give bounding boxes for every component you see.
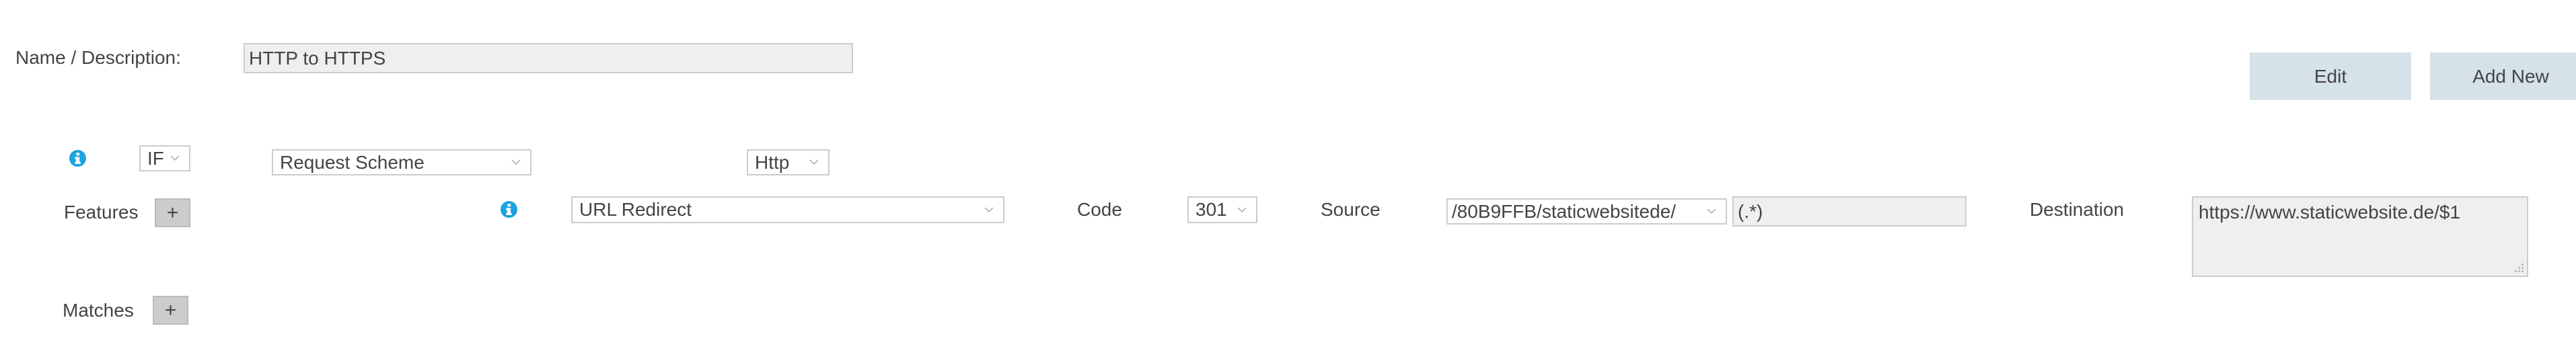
source-path-select[interactable]: /80B9FFB/staticwebsitede/ bbox=[1446, 198, 1727, 225]
name-description-input[interactable]: HTTP to HTTPS bbox=[244, 43, 853, 73]
info-icon[interactable] bbox=[501, 201, 517, 218]
info-icon[interactable] bbox=[69, 150, 86, 167]
chevron-down-icon bbox=[1703, 205, 1720, 218]
source-path-value: /80B9FFB/staticwebsitede/ bbox=[1452, 200, 1677, 222]
matches-label: Matches bbox=[63, 300, 134, 321]
chevron-down-icon bbox=[805, 156, 823, 169]
condition-variable-select[interactable]: Request Scheme bbox=[272, 149, 531, 175]
code-label: Code bbox=[1077, 199, 1122, 220]
chevron-down-icon bbox=[507, 156, 525, 169]
condition-value-value: Http bbox=[755, 151, 790, 173]
chevron-down-icon bbox=[166, 152, 184, 165]
condition-value-select[interactable]: Http bbox=[747, 149, 830, 175]
chevron-down-icon bbox=[1233, 203, 1251, 216]
feature-action-value: URL Redirect bbox=[579, 199, 692, 220]
add-feature-button[interactable]: + bbox=[155, 198, 190, 227]
condition-variable-value: Request Scheme bbox=[280, 151, 425, 173]
destination-label: Destination bbox=[2030, 199, 2125, 220]
destination-value: https://www.staticwebsite.de/$1 bbox=[2199, 202, 2461, 223]
resize-handle-icon[interactable] bbox=[2513, 262, 2524, 273]
source-pattern-value: (.*) bbox=[1738, 200, 1763, 222]
name-description-label: Name / Description: bbox=[15, 47, 181, 68]
condition-operator-select[interactable]: IF bbox=[139, 145, 190, 171]
add-new-button[interactable]: Add New bbox=[2430, 52, 2576, 100]
source-label: Source bbox=[1321, 199, 1381, 220]
code-select[interactable]: 301 bbox=[1187, 196, 1257, 223]
edit-button[interactable]: Edit bbox=[2250, 52, 2411, 100]
destination-textarea[interactable]: https://www.staticwebsite.de/$1 bbox=[2192, 196, 2528, 277]
condition-operator-value: IF bbox=[147, 147, 164, 169]
code-value: 301 bbox=[1195, 199, 1227, 220]
feature-action-select[interactable]: URL Redirect bbox=[571, 196, 1004, 223]
features-label: Features bbox=[64, 202, 139, 223]
chevron-down-icon bbox=[980, 203, 998, 216]
name-description-value: HTTP to HTTPS bbox=[249, 47, 386, 69]
source-pattern-input[interactable]: (.*) bbox=[1732, 196, 1966, 227]
add-match-button[interactable]: + bbox=[153, 296, 188, 325]
